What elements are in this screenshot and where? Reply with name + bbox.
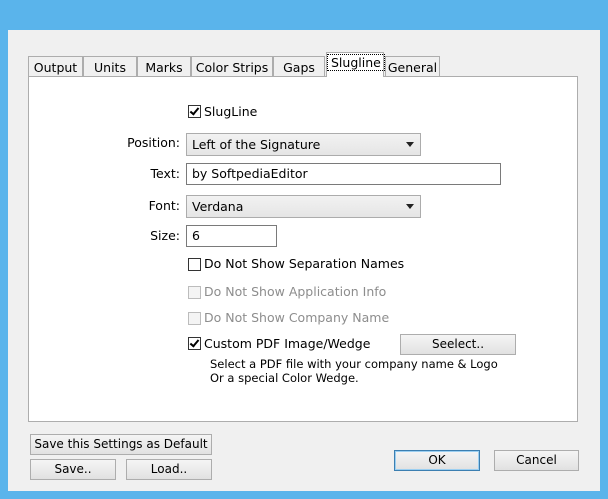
tab-slugline[interactable]: Slugline xyxy=(326,52,385,77)
no-separation-names-checkbox[interactable] xyxy=(188,258,201,271)
size-value: 6 xyxy=(192,228,200,243)
slug-text-input[interactable]: by SoftpediaEditor xyxy=(186,163,501,185)
chevron-down-icon xyxy=(406,142,414,147)
tab-label: Output xyxy=(33,60,78,75)
custom-pdf-hint-line2: Or a special Color Wedge. xyxy=(210,371,359,385)
cancel-button[interactable]: Cancel xyxy=(494,450,579,471)
tab-label: Marks xyxy=(145,60,183,75)
tab-general[interactable]: General xyxy=(385,56,440,77)
custom-pdf-hint-line1: Select a PDF file with your company name… xyxy=(210,357,498,371)
no-company-name-label: Do Not Show Company Name xyxy=(204,310,390,325)
no-company-name-checkbox[interactable] xyxy=(188,312,201,325)
tab-label: Gaps xyxy=(283,60,315,75)
font-label: Font: xyxy=(148,198,180,213)
position-select-value: Left of the Signature xyxy=(192,137,321,152)
custom-pdf-checkbox[interactable] xyxy=(188,337,201,350)
tab-label: Slugline xyxy=(327,54,385,71)
tab-color-strips[interactable]: Color Strips xyxy=(191,56,273,77)
dialog-client-area: Output Units Marks Color Strips Gaps Slu… xyxy=(8,30,600,491)
custom-pdf-label: Custom PDF Image/Wedge xyxy=(204,336,371,351)
size-input[interactable]: 6 xyxy=(186,225,277,247)
no-application-info-label: Do Not Show Application Info xyxy=(204,284,387,299)
tab-gaps[interactable]: Gaps xyxy=(273,56,325,77)
chevron-down-icon xyxy=(406,204,414,209)
text-label: Text: xyxy=(150,166,181,181)
slug-text-value: by SoftpediaEditor xyxy=(192,166,308,181)
select-pdf-button[interactable]: Seelect.. xyxy=(400,334,516,355)
load-button[interactable]: Load.. xyxy=(126,459,212,480)
tab-marks[interactable]: Marks xyxy=(137,56,191,77)
tab-units[interactable]: Units xyxy=(83,56,137,77)
no-separation-names-label: Do Not Show Separation Names xyxy=(204,256,405,271)
size-label: Size: xyxy=(150,228,180,243)
font-select-value: Verdana xyxy=(192,199,244,214)
no-application-info-checkbox[interactable] xyxy=(188,286,201,299)
slugline-checkbox-label: SlugLine xyxy=(204,104,258,119)
ok-button[interactable]: OK xyxy=(394,450,480,471)
position-select[interactable]: Left of the Signature xyxy=(186,133,421,156)
tab-label: Units xyxy=(94,60,126,75)
save-default-button[interactable]: Save this Settings as Default xyxy=(30,434,212,455)
tab-label: Color Strips xyxy=(195,60,269,75)
checkmark-icon xyxy=(189,105,200,116)
font-select[interactable]: Verdana xyxy=(186,195,421,218)
slugline-panel: SlugLine Position: Left of the Signature… xyxy=(28,76,578,422)
tab-label: General xyxy=(387,60,438,75)
tab-output[interactable]: Output xyxy=(28,56,83,77)
slugline-checkbox[interactable] xyxy=(188,105,201,118)
position-label: Position: xyxy=(127,135,180,150)
checkmark-icon xyxy=(189,337,200,348)
save-button[interactable]: Save.. xyxy=(30,459,116,480)
